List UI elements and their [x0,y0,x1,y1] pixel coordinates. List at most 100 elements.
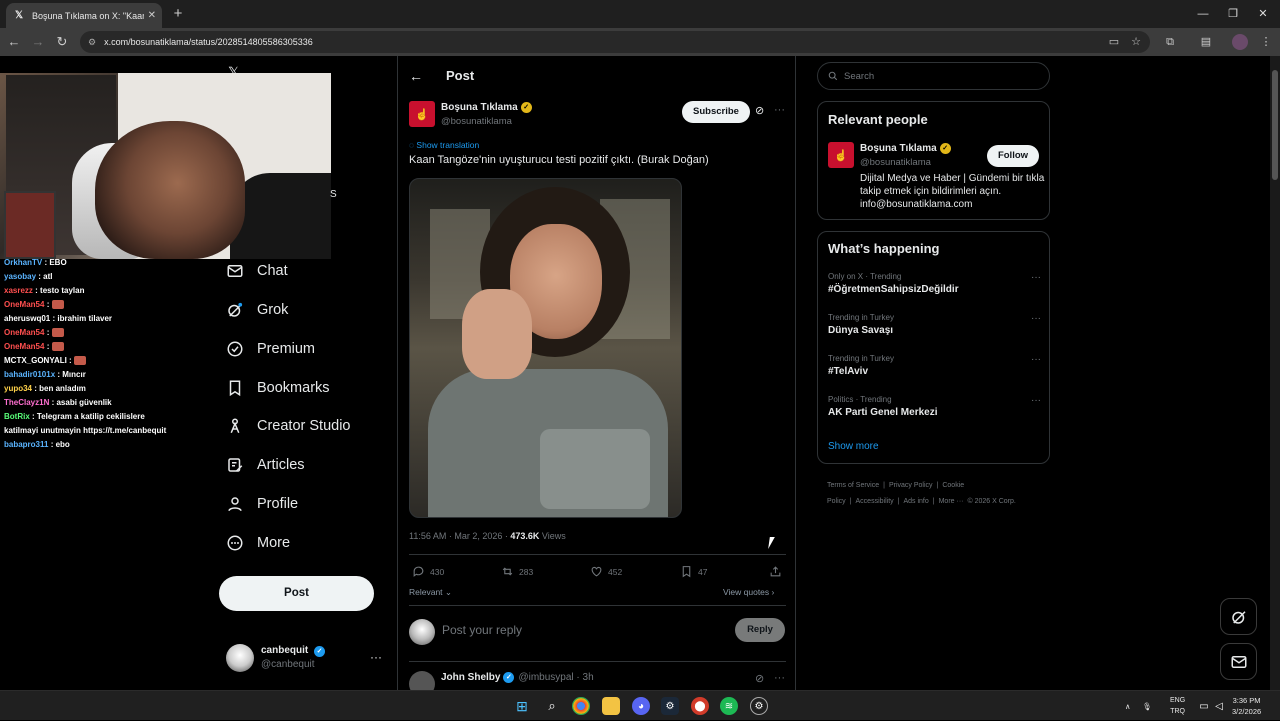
restore-button[interactable]: ❐ [1218,4,1248,24]
nav-premium[interactable]: Premium [226,334,315,364]
windows-start-icon[interactable]: ⊞ [513,697,531,715]
post-button[interactable]: Post [219,576,374,611]
settings-icon[interactable]: ⚙ [750,697,768,715]
app-icon[interactable]: ⬤ [691,697,709,715]
trend-more-icon[interactable]: ··· [1031,272,1041,283]
grok-explain-icon[interactable]: ⊘ [755,104,764,117]
nav-more[interactable]: More [226,528,290,558]
show-more-link[interactable]: Show more [828,441,879,452]
trend-more-icon[interactable]: ··· [1031,395,1041,406]
reply-input[interactable]: Post your reply [442,623,522,637]
new-tab-button[interactable]: + [168,4,188,24]
close-window-button[interactable]: ✕ [1248,4,1278,24]
relevant-handle[interactable]: @bosunatiklama [860,157,931,168]
relevant-avatar[interactable]: ☝ [828,142,854,168]
relevant-people-panel: Relevant people ☝ Boşuna Tıklama ✓ @bosun… [817,101,1050,220]
discord-icon[interactable]: ◕ [632,697,650,715]
nav-premium-label: Premium [257,341,316,357]
nav-articles[interactable]: Articles [226,450,305,480]
browser-tab[interactable]: 𝕏 Boşuna Tıklama on X: "Kaan Tan ✕ [6,3,162,28]
follow-button[interactable]: Follow [987,145,1039,167]
file-explorer-icon[interactable] [602,697,620,715]
nav-articles-label: Articles [257,457,305,473]
chat-message: bahadir0101x : Mıncır [4,370,86,379]
forward-button[interactable]: → [28,32,48,52]
taskbar-search-icon[interactable]: ⌕ [543,697,561,715]
sidepanel-icon[interactable]: ▤ [1198,34,1214,50]
trend-more-icon[interactable]: ··· [1031,313,1041,324]
view-quotes-link[interactable]: View quotes › [723,587,774,597]
steam-icon[interactable]: ⚙ [661,697,679,715]
bookmark-action[interactable]: 47 [680,565,707,578]
author-avatar[interactable]: ☝ [409,101,435,127]
system-tray: ∧ 🎙 [1125,691,1164,721]
author-handle[interactable]: @bosunatiklama [441,116,512,127]
comment-author[interactable]: John Shelby ✓ @imbusypal · 3h [441,672,594,683]
comment-grok-icon[interactable]: ⊘ [755,672,764,685]
account-switcher[interactable]: canbequit ✓ @canbequit ··· [226,642,386,676]
bookmark-star-icon[interactable]: ☆ [1128,34,1144,50]
heart-icon [591,566,602,577]
microphone-icon[interactable]: 🎙 [1143,702,1153,711]
reply-action[interactable]: 430 [412,565,444,578]
reload-button[interactable]: ↻ [52,32,72,52]
spotify-icon[interactable]: ≋ [720,697,738,715]
reply-button[interactable]: Reply [735,618,785,642]
subscribe-button[interactable]: Subscribe [682,101,750,123]
grok-floating-button[interactable] [1220,598,1257,635]
trend-item[interactable]: Politics · Trending AK Parti Genel Merkez… [828,395,1043,418]
nav-bookmarks[interactable]: Bookmarks [226,373,330,403]
chat-username: BotRix [4,412,30,421]
url-bar[interactable]: ⚙ x.com/bosunatiklama/status/20285148055… [80,31,1150,53]
post-photo[interactable] [409,178,682,518]
like-action[interactable]: 452 [590,565,622,578]
footer-link[interactable]: More ··· [939,498,964,505]
scrollbar-thumb[interactable] [1272,70,1278,180]
profile-avatar-icon[interactable] [1232,34,1248,50]
trend-item[interactable]: Only on X · Trending #ÖğretmenSahipsizDeğ… [828,272,1043,295]
site-info-icon[interactable]: ⚙ [88,37,96,48]
relevant-name[interactable]: Boşuna Tıklama ✓ [860,143,951,154]
bookmark-outline-icon [682,566,691,578]
messages-floating-button[interactable] [1220,643,1257,680]
footer-link[interactable]: Accessibility [856,498,894,505]
browser-menu-icon[interactable]: ⋮ [1258,34,1274,50]
post-more-icon[interactable]: ··· [774,104,785,116]
chat-username: xasrezz [4,286,33,295]
footer-separator: | [897,498,900,505]
minimize-button[interactable]: — [1188,4,1218,24]
cast-icon[interactable]: ▭ [1106,34,1122,50]
reply-sort-dropdown[interactable]: Relevant ⌄ [409,587,452,598]
nav-creator-studio[interactable]: Creator Studio [226,411,351,441]
repost-action[interactable]: 283 [501,565,533,578]
language-indicator[interactable]: ENG TRQ [1170,695,1185,717]
show-translation-link[interactable]: ◌ Show translation [409,140,479,150]
clock[interactable]: 3:36 PM 3/2/2026 [1232,695,1261,717]
relevant-people-heading: Relevant people [828,112,928,127]
footer-link[interactable]: Ads info [903,498,928,505]
footer-link[interactable]: © 2026 X Corp. [967,498,1015,505]
extensions-icon[interactable]: ⧉ [1162,34,1178,50]
nav-profile[interactable]: Profile [226,489,298,519]
comment-more-icon[interactable]: ··· [774,672,785,684]
chat-message: OneMan54 : [0,340,200,354]
page-scrollbar[interactable] [1270,56,1280,690]
share-action[interactable] [769,565,787,578]
volume-icon[interactable]: ◁ [1210,697,1228,715]
back-arrow-icon[interactable]: ← [409,68,423,84]
nav-chat[interactable]: Chat [226,256,288,286]
trend-item[interactable]: Trending in Turkey #TelAviv ··· [828,354,1043,377]
search-input[interactable]: Search [817,62,1050,90]
nav-grok[interactable]: Grok [226,295,288,325]
account-more-icon[interactable]: ··· [370,650,382,664]
close-tab-icon[interactable]: ✕ [148,10,156,21]
trend-more-icon[interactable]: ··· [1031,354,1041,365]
tray-overflow-icon[interactable]: ∧ [1125,702,1131,711]
chrome-icon[interactable] [572,697,590,715]
trend-item[interactable]: Trending in Turkey Dünya Savaşı ··· [828,313,1043,336]
footer-link[interactable]: Privacy Policy [889,482,933,489]
author-name[interactable]: Boşuna Tıklama ✓ [441,102,532,113]
back-button[interactable]: ← [4,32,24,52]
chat-username: TheClayz1N [4,398,50,407]
footer-link[interactable]: Terms of Service [827,482,879,489]
